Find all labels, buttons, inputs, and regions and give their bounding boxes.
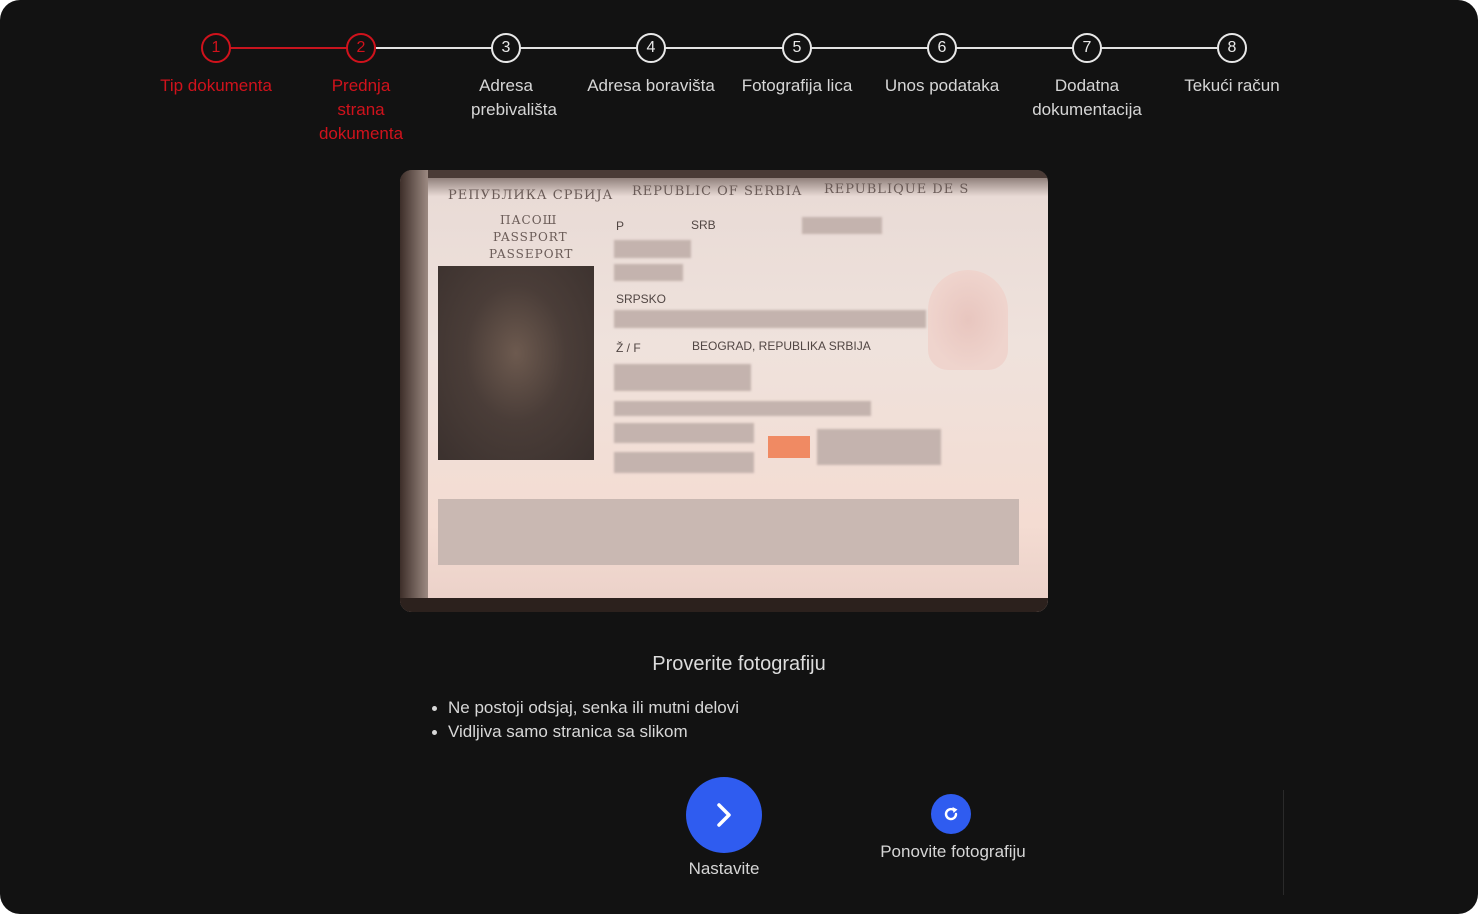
redacted-field	[614, 423, 754, 443]
review-tips-list: Ne postoji odsjaj, senka ili mutni delov…	[430, 696, 739, 744]
photo-edge-left	[400, 170, 428, 612]
redacted-field	[614, 264, 683, 281]
passport-header-french: REPUBLIQUE DE S	[824, 182, 970, 197]
step-7: 7 Dodatna dokumentacija	[1012, 33, 1162, 122]
passport-country-value: SRB	[691, 218, 716, 232]
step-label: Unos podataka	[884, 76, 1000, 95]
passport-header-english: REPUBLIC OF SERBIA	[632, 184, 803, 199]
passport-header-cyrillic: РЕПУБЛИКА СРБИЈА	[448, 188, 614, 203]
refresh-icon	[944, 807, 958, 821]
continue-label[interactable]: Nastavite	[624, 859, 824, 879]
step-number: 8	[1217, 33, 1247, 63]
mrz-zone-redacted	[438, 499, 1019, 565]
stamp-mark	[768, 436, 810, 458]
step-8: 8 Tekući račun	[1157, 33, 1307, 98]
nationality-value: SRPSKO	[616, 292, 667, 306]
photo-edge-top	[400, 170, 1048, 178]
step-5: 5 Fotografija lica	[722, 33, 872, 98]
step-label: Prednja strana dokumenta	[318, 76, 404, 143]
sex-value: Ž / F	[616, 341, 641, 355]
redacted-field	[614, 364, 751, 391]
app-frame: 1 Tip dokumenta 2 Prednja strana dokumen…	[0, 0, 1478, 914]
redacted-field	[614, 240, 691, 258]
chevron-right-icon	[717, 803, 731, 827]
retake-photo-label[interactable]: Ponovite fotografiju	[853, 842, 1053, 862]
portrait-photo-blurred	[438, 266, 594, 460]
redacted-field	[802, 217, 882, 234]
passport-type-value: P	[616, 219, 625, 233]
step-4: 4 Adresa boravišta	[576, 33, 726, 98]
step-label: Dodatna dokumentacija	[1032, 76, 1142, 119]
review-tip: Ne postoji odsjaj, senka ili mutni delov…	[430, 696, 739, 720]
step-1[interactable]: 1 Tip dokumenta	[141, 33, 291, 98]
step-6: 6 Unos podataka	[867, 33, 1017, 98]
step-number: 3	[491, 33, 521, 63]
coat-of-arms-watermark	[928, 270, 1008, 370]
step-number: 1	[201, 33, 231, 63]
retake-photo-button[interactable]	[931, 794, 971, 834]
step-label: Adresa prebivališta	[471, 76, 557, 119]
photo-edge-bottom	[400, 598, 1048, 612]
continue-button[interactable]	[686, 777, 762, 853]
doc-type-line-3: PASSEPORT	[489, 247, 574, 261]
divider	[1283, 790, 1284, 895]
step-3: 3 Adresa prebivališta	[431, 33, 581, 122]
step-number: 5	[782, 33, 812, 63]
step-label: Fotografija lica	[741, 76, 853, 95]
redacted-field	[614, 401, 871, 416]
step-number: 4	[636, 33, 666, 63]
step-2[interactable]: 2 Prednja strana dokumenta	[286, 33, 436, 146]
step-number: 2	[346, 33, 376, 63]
redacted-field	[614, 310, 926, 328]
step-number: 7	[1072, 33, 1102, 63]
review-title: Proverite fotografiju	[652, 653, 826, 675]
doc-type-line-2: PASSPORT	[493, 230, 568, 244]
redacted-field	[614, 452, 754, 473]
step-label: Tip dokumenta	[160, 76, 272, 95]
progress-stepper: 1 Tip dokumenta 2 Prednja strana dokumen…	[0, 0, 1478, 143]
document-photo-preview: РЕПУБЛИКА СРБИЈА REPUBLIC OF SERBIA REPU…	[400, 170, 1048, 612]
step-label: Adresa boravišta	[587, 76, 715, 95]
step-number: 6	[927, 33, 957, 63]
review-tip: Vidljiva samo stranica sa slikom	[430, 720, 739, 744]
birthplace-value: BEOGRAD, REPUBLIKA SRBIJA	[692, 339, 871, 353]
step-label: Tekući račun	[1184, 76, 1280, 95]
signature-redacted	[817, 429, 941, 465]
doc-type-line-1: ПАСОШ	[500, 213, 558, 227]
